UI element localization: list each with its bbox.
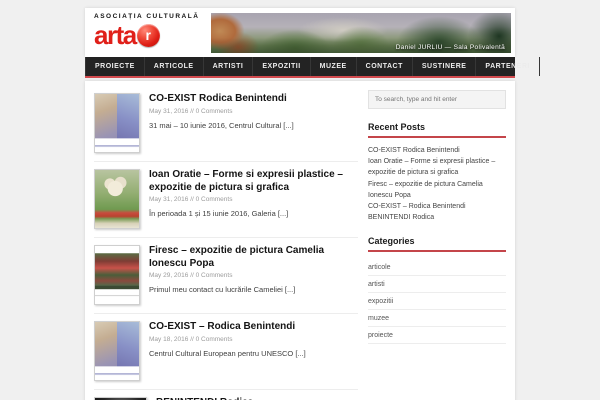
logo-r-badge-icon: r: [136, 23, 160, 47]
post-item: CO-EXIST Rodica Benintendi May 31, 2016 …: [94, 86, 358, 162]
nav-item-muzee[interactable]: MUZEE: [311, 57, 357, 76]
post-meta: May 31, 2016 // 0 Comments: [149, 107, 233, 115]
post-excerpt: 31 mai – 10 iunie 2016, Centrul Cultural…: [149, 120, 294, 130]
post-thumbnail-coexist2[interactable]: [94, 321, 140, 381]
site-tagline: ASOCIAȚIA CULTURALĂ: [94, 13, 200, 20]
page-container: ASOCIAȚIA CULTURALĂ arta r Daniel JURLIU…: [85, 8, 540, 400]
category-link-expozitii[interactable]: expozitii: [368, 293, 506, 311]
categories-list: articole artisti expozitii muzee proiect…: [368, 259, 506, 345]
post-excerpt: Centrul Cultural European pentru UNESCO …: [149, 348, 306, 358]
search-input[interactable]: [368, 90, 506, 109]
category-link-proiecte[interactable]: proiecte: [368, 327, 506, 345]
post-meta: May 18, 2016 // 0 Comments: [149, 335, 233, 343]
post-item: BENINTENDI Rodica May 18, 2016 // 0 Comm…: [94, 390, 358, 400]
category-link-articole[interactable]: articole: [368, 259, 506, 277]
post-item: Ioan Oratie – Forme si expresii plastice…: [94, 162, 358, 238]
post-thumbnail-firesc[interactable]: [94, 245, 140, 305]
recent-posts-list: CO-EXIST Rodica Benintendi Ioan Oratie –…: [368, 145, 506, 223]
nav-item-proiecte[interactable]: PROIECTE: [85, 57, 145, 76]
nav-item-contact[interactable]: CONTACT: [357, 57, 413, 76]
category-link-muzee[interactable]: muzee: [368, 310, 506, 328]
category-link-artisti[interactable]: artisti: [368, 276, 506, 294]
recent-post-link[interactable]: BENINTENDI Rodica: [368, 212, 506, 223]
post-item: Firesc – expozitie de pictura Camelia Io…: [94, 238, 358, 314]
recent-post-link[interactable]: Firesc – expozitie de pictura Camelia Io…: [368, 179, 506, 201]
post-title[interactable]: CO-EXIST – Rodica Benintendi: [149, 321, 306, 334]
post-item: CO-EXIST – Rodica Benintendi May 18, 201…: [94, 314, 358, 390]
site-logo[interactable]: ASOCIAȚIA CULTURALĂ arta r: [94, 13, 199, 48]
post-list: CO-EXIST Rodica Benintendi May 31, 2016 …: [94, 86, 368, 400]
sidebar: Recent Posts CO-EXIST Rodica Benintendi …: [368, 86, 506, 400]
categories-heading: Categories: [368, 236, 506, 253]
recent-post-link[interactable]: Ioan Oratie – Forme si expresii plastice…: [368, 156, 506, 178]
post-excerpt: Primul meu contact cu lucrările Cameliei…: [149, 285, 296, 294]
nav-item-sustinere[interactable]: SUSTINERE: [413, 57, 477, 76]
content-area: CO-EXIST Rodica Benintendi May 31, 2016 …: [85, 81, 515, 400]
nav-item-parteneri[interactable]: PARTENERI: [476, 57, 540, 76]
recent-post-link[interactable]: CO-EXIST – Rodica Benintendi: [368, 201, 506, 212]
header-banner-painting: Daniel JURLIU — Sala Polivalentă: [211, 13, 511, 53]
nav-item-articole[interactable]: ARTICOLE: [145, 57, 204, 76]
post-excerpt: În perioada 1 și 15 iunie 2016, Galeria …: [149, 209, 289, 218]
recent-post-link[interactable]: CO-EXIST Rodica Benintendi: [368, 145, 506, 156]
nav-item-artisti[interactable]: ARTISTI: [204, 57, 254, 76]
post-title[interactable]: Firesc – expozitie de pictura Camelia Io…: [149, 245, 358, 270]
post-thumbnail-oratie[interactable]: [94, 169, 140, 229]
nav-item-expozitii[interactable]: EXPOZITII: [253, 57, 311, 76]
recent-posts-heading: Recent Posts: [368, 122, 506, 138]
post-thumbnail-coexist[interactable]: [94, 93, 140, 153]
post-meta: May 31, 2016 // 0 Comments: [149, 196, 233, 203]
main-navigation: PROIECTE ARTICOLE ARTISTI EXPOZITII MUZE…: [85, 57, 540, 78]
post-title[interactable]: Ioan Oratie – Forme si expresii plastice…: [149, 169, 358, 194]
post-meta: May 29, 2016 // 0 Comments: [149, 272, 233, 279]
post-title[interactable]: CO-EXIST Rodica Benintendi: [149, 93, 294, 106]
banner-caption: Daniel JURLIU — Sala Polivalentă: [395, 44, 505, 51]
site-header: ASOCIAȚIA CULTURALĂ arta r Daniel JURLIU…: [85, 8, 515, 57]
logo-text: arta: [94, 20, 137, 50]
